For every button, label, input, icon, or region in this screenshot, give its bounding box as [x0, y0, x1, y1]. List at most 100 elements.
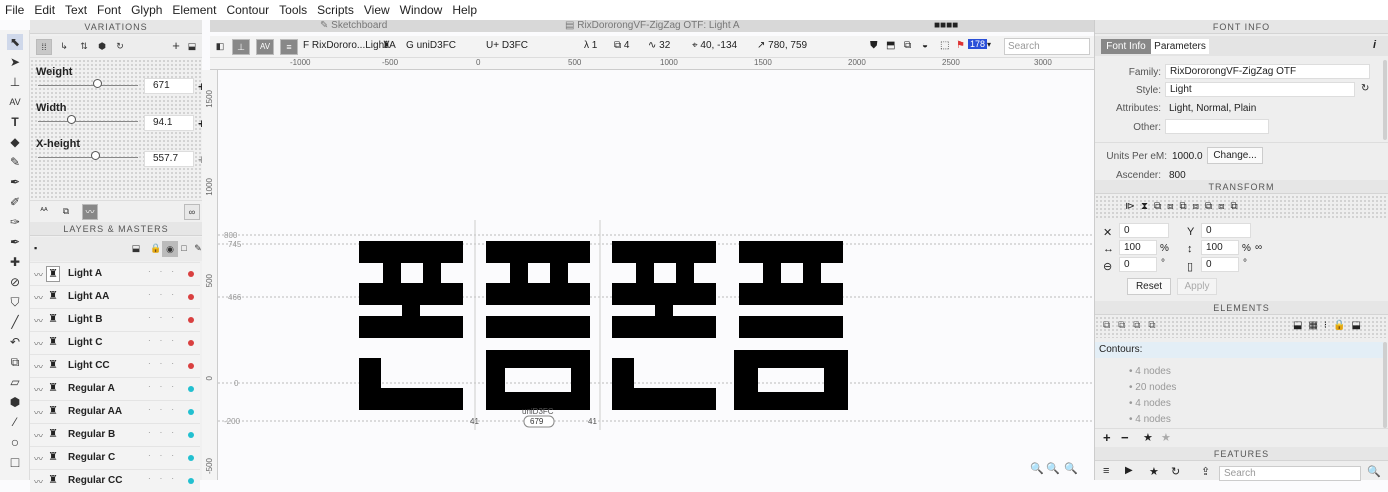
transform-w-field[interactable]: 100 — [1119, 240, 1157, 255]
rectangle-tool-icon[interactable]: □ — [7, 454, 23, 470]
list-view-icon[interactable]: ≡ — [280, 39, 298, 55]
crop-icon[interactable]: ⬚ — [940, 40, 949, 51]
glyph-canvas[interactable]: 800 745 466 0 -200 uniD3FC 41 679 41 🔍 🔍… — [218, 70, 1094, 480]
features-export-icon[interactable]: ⇪ — [1201, 465, 1210, 478]
fill-tool-icon[interactable]: ⛉ — [7, 294, 23, 310]
knife-tool-icon[interactable]: ✚ — [7, 254, 23, 270]
layer-color-dot[interactable] — [188, 409, 194, 415]
menu-view[interactable]: View — [359, 3, 395, 17]
variations-view-icon[interactable]: ⁞⁞ — [36, 39, 52, 55]
power-pen-icon[interactable]: ✑ — [7, 214, 23, 230]
paint-icon[interactable]: ◒ — [922, 40, 928, 51]
layer-flags[interactable]: ··· — [148, 359, 183, 368]
element-type-icons[interactable]: ⧉⧉⧉⧉ — [1103, 320, 1164, 331]
style-reset-icon[interactable]: ↻ — [1361, 83, 1369, 94]
width-value[interactable]: 94.1 — [144, 115, 194, 131]
zoom-field[interactable]: 178 — [968, 39, 988, 49]
menu-glyph[interactable]: Glyph — [126, 3, 167, 17]
menu-font[interactable]: Font — [92, 3, 126, 17]
features-refresh-icon[interactable]: ↻ — [1171, 465, 1180, 478]
glyph-pon-2[interactable] — [612, 241, 716, 410]
xheight-slider[interactable] — [38, 148, 138, 160]
features-search-icon[interactable]: 🔍 — [1367, 465, 1381, 478]
menu-scripts[interactable]: Scripts — [312, 3, 359, 17]
layer-mode-icon[interactable]: ⧉ — [58, 204, 74, 220]
glyph-pon-1[interactable] — [359, 241, 463, 410]
features-search-input[interactable]: Search — [1219, 466, 1361, 481]
bezier-tool-icon[interactable]: ✐ — [7, 194, 23, 210]
layer-row[interactable]: 〰 ♜ Regular CC ··· — [30, 469, 200, 492]
menu-element[interactable]: Element — [167, 3, 221, 17]
add-element-icon[interactable]: + — [1103, 430, 1111, 445]
star-outline-icon[interactable]: ★ — [1161, 431, 1171, 444]
font-info-scrollbar[interactable] — [1383, 60, 1387, 140]
transform-slant-field[interactable]: 0 — [1201, 257, 1239, 272]
menu-edit[interactable]: Edit — [29, 3, 60, 17]
layer-row[interactable]: 〰 ♜ Regular AA ··· — [30, 400, 200, 423]
layer-row[interactable]: 〰 ♜ Regular B ··· — [30, 423, 200, 446]
metrics-tool-icon[interactable]: ⊥ — [7, 74, 23, 90]
transform-reset-button[interactable]: Reset — [1127, 278, 1171, 295]
layer-color-dot[interactable] — [188, 271, 194, 277]
layer-flags[interactable]: ··· — [148, 451, 183, 460]
glyph-mode-icon[interactable]: ᴬᴬ — [36, 204, 52, 220]
rapidograph-icon[interactable]: ⊘ — [7, 274, 23, 290]
features-play-icon[interactable]: ▶ — [1125, 465, 1133, 476]
refresh-icon[interactable]: ↻ — [112, 39, 128, 55]
features-menu-icon[interactable]: ≡ — [1103, 465, 1109, 477]
contour-item[interactable]: • 4 nodes — [1129, 398, 1171, 409]
glyph-peum-current[interactable] — [486, 241, 590, 410]
preview-icon[interactable]: ⛊ — [870, 40, 878, 51]
elements-scrollbar[interactable] — [1383, 342, 1387, 428]
layer-flags[interactable]: ··· — [148, 405, 183, 414]
layer-row[interactable]: 〰 ♜ Regular A ··· — [30, 377, 200, 400]
transform-h-field[interactable]: 100 — [1201, 240, 1239, 255]
tab-glyph-strip[interactable]: ■■■■ — [934, 20, 958, 32]
star-icon[interactable]: ★ — [1143, 431, 1153, 444]
toolbar-search-input[interactable]: Search — [1004, 38, 1090, 55]
text-tool-icon[interactable]: T — [7, 114, 23, 130]
transform-apply-button[interactable]: Apply — [1177, 278, 1217, 295]
layer-flags[interactable]: ··· — [148, 474, 183, 483]
tab-sketchboard[interactable]: ✎ Sketchboard — [320, 20, 387, 32]
layer-row[interactable]: 〰 ♜ Light A ··· — [30, 262, 200, 285]
metrics-view-icon[interactable]: ⊥ — [232, 39, 250, 55]
layer-row[interactable]: 〰 ♜ Light B ··· — [30, 308, 200, 331]
wave-mode-icon[interactable]: 〰 — [82, 204, 98, 220]
other-field[interactable] — [1165, 119, 1269, 134]
magnet-tool-icon[interactable]: ⬢ — [7, 394, 23, 410]
add-axis-icon[interactable]: + — [168, 39, 184, 55]
zoom-fit-icon[interactable]: 🔍 — [1064, 462, 1078, 475]
stack-icon[interactable]: ⬒ — [886, 40, 895, 51]
layers-menu-icon[interactable]: ▪ — [34, 243, 37, 253]
tab-parameters[interactable]: Parameters — [1151, 39, 1209, 54]
layer-color-dot[interactable] — [188, 317, 194, 323]
advance-width-label[interactable]: 679 — [530, 417, 544, 426]
info-icon[interactable]: i — [1373, 39, 1376, 51]
xheight-value[interactable]: 557.7 — [144, 151, 194, 167]
pointer-tool-icon[interactable]: ⬉ — [7, 34, 23, 50]
proportion-link-icon[interactable]: ∞ — [1255, 242, 1262, 253]
layer-color-dot[interactable] — [188, 386, 194, 392]
layer-color-dot[interactable] — [188, 432, 194, 438]
layer-save-icon[interactable]: ⬓ — [128, 241, 144, 257]
layer-flags[interactable]: ··· — [148, 313, 183, 322]
ellipse-tool-icon[interactable]: ○ — [7, 434, 23, 450]
kerning-view-icon[interactable]: AV — [256, 39, 274, 55]
menu-window[interactable]: Window — [395, 3, 448, 17]
contour-item[interactable]: • 4 nodes — [1129, 414, 1171, 425]
attributes-value[interactable]: Light, Normal, Plain — [1169, 103, 1256, 114]
menu-tools[interactable]: Tools — [274, 3, 312, 17]
contour-item[interactable]: • 20 nodes — [1129, 382, 1176, 393]
eraser-tool-icon[interactable]: ◆ — [7, 134, 23, 150]
layer-color-dot[interactable] — [188, 478, 194, 484]
zoom-in-icon[interactable]: 🔍 — [1046, 462, 1060, 475]
weight-slider[interactable] — [38, 76, 138, 88]
contours-row[interactable]: Contours: — [1095, 342, 1383, 358]
axis-icon[interactable]: ↳ — [56, 39, 72, 55]
transform-x-field[interactable]: 0 — [1119, 223, 1169, 238]
glyph-peum-2[interactable] — [734, 241, 848, 410]
family-field[interactable]: RixDororongVF-ZigZag OTF — [1165, 64, 1370, 79]
eyedropper-icon[interactable]: ⁄ — [7, 414, 23, 430]
pen-tool-icon[interactable]: ✒ — [7, 174, 23, 190]
